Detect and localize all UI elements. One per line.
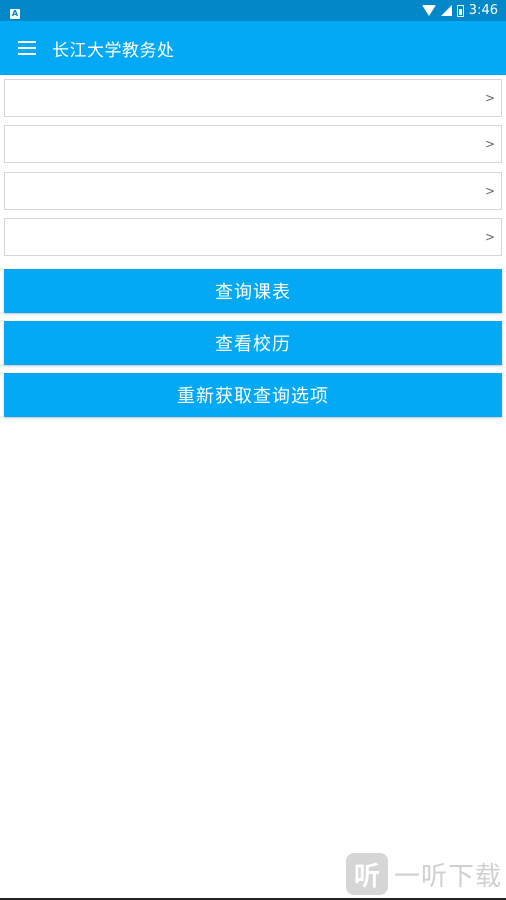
selector-2[interactable]: > — [4, 125, 502, 163]
chevron-right-icon: > — [484, 91, 495, 105]
selector-4[interactable]: > — [4, 218, 502, 256]
watermark-text: 一听下载 — [393, 861, 502, 892]
wifi-icon — [421, 5, 436, 16]
watermark: 听 一听下载 — [345, 852, 502, 896]
app-title: 长江大学教务处 — [52, 40, 175, 61]
app-notification-icon: A — [10, 9, 20, 19]
selector-3[interactable]: > — [4, 172, 502, 210]
view-calendar-button[interactable]: 查看校历 — [4, 321, 502, 365]
refresh-options-button[interactable]: 重新获取查询选项 — [4, 373, 502, 417]
chevron-right-icon: > — [484, 230, 495, 244]
selector-1[interactable]: > — [4, 79, 502, 117]
chevron-right-icon: > — [484, 184, 495, 198]
app-bar: 长江大学教务处 — [0, 21, 506, 75]
status-bar: A 3:46 — [0, 0, 506, 21]
status-time: 3:46 — [468, 3, 498, 18]
watermark-logo: 听 — [345, 853, 388, 895]
cell-signal-icon — [440, 5, 452, 16]
chevron-right-icon: > — [484, 137, 495, 151]
hamburger-menu-icon[interactable] — [18, 41, 36, 55]
status-right: 3:46 — [421, 3, 498, 18]
query-schedule-button[interactable]: 查询课表 — [4, 269, 502, 313]
status-left: A — [10, 1, 20, 20]
battery-icon — [456, 4, 464, 17]
